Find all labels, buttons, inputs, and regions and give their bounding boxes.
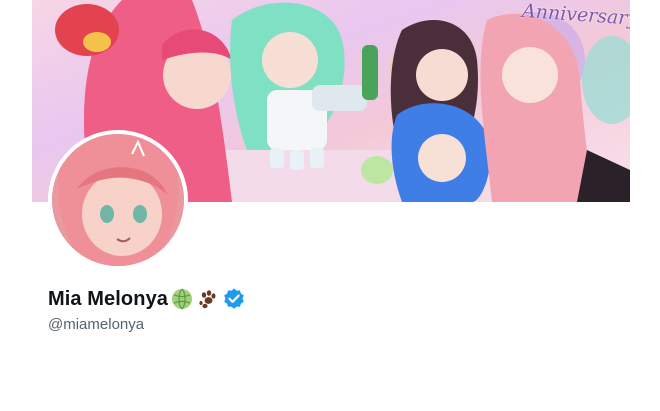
paw-prints-icon [199,290,216,309]
profile-header: Anniversary Mia Melonya @miamelonya [0,0,660,411]
profile-avatar[interactable] [48,130,188,270]
profile-handle: @miamelonya [48,316,145,333]
avatar-illustration [52,134,184,266]
verified-badge-icon[interactable] [222,287,246,311]
display-name: Mia Melonya [48,287,169,310]
melon-icon [172,288,193,310]
profile-name-row: Mia Melonya [48,287,246,311]
